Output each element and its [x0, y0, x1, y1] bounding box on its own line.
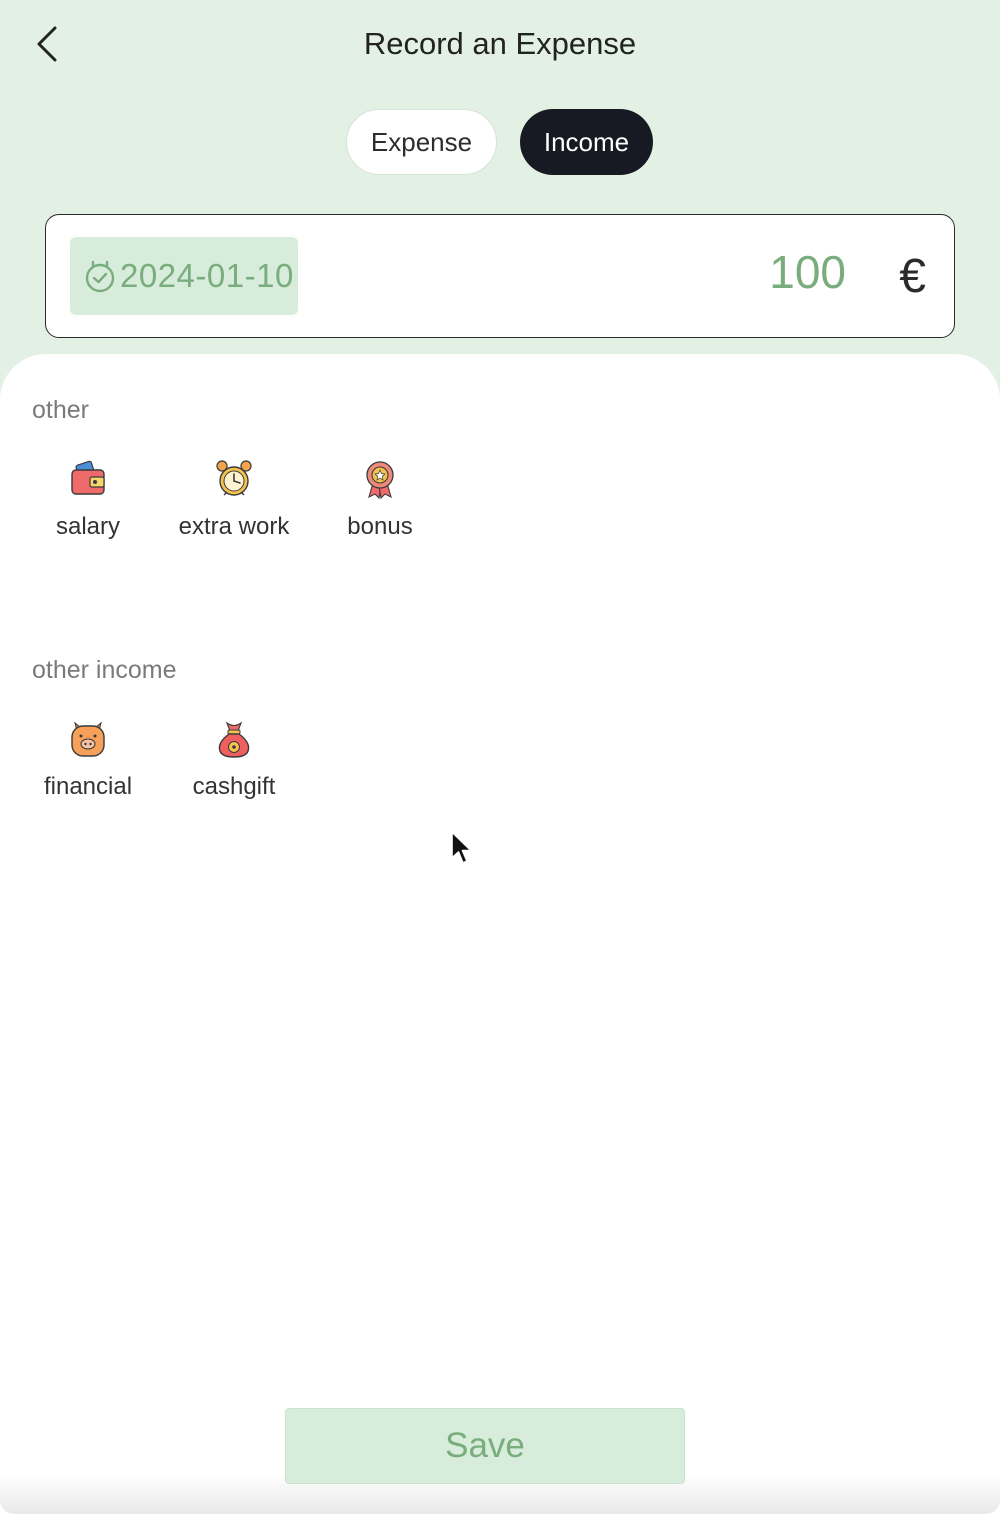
- currency-symbol[interactable]: €: [899, 249, 926, 304]
- tab-income[interactable]: Income: [520, 109, 653, 175]
- alarm-clock-icon: [216, 460, 252, 496]
- date-value: 2024-01-10: [120, 257, 294, 294]
- category-financial[interactable]: financial: [15, 719, 161, 819]
- money-bag-icon: [218, 721, 250, 758]
- wallet-icon: [71, 460, 105, 495]
- category-cashgift[interactable]: cashgift: [161, 719, 307, 819]
- category-label: financial: [43, 773, 133, 800]
- date-picker[interactable]: 2024-01-10: [70, 237, 298, 315]
- amount-input[interactable]: 100: [769, 245, 846, 299]
- category-label: bonus: [347, 513, 413, 540]
- app-header: Record an Expense: [0, 0, 1000, 90]
- entry-box: 2024-01-10 100 €: [45, 214, 955, 338]
- section-title-other: other: [32, 396, 89, 424]
- mouse-cursor-icon: [451, 831, 472, 864]
- page-title: Record an Expense: [363, 26, 637, 61]
- calendar-check-icon: [85, 260, 115, 293]
- category-label: cashgift: [192, 773, 276, 800]
- category-label: extra work: [178, 513, 290, 540]
- type-toggle: Expense Income: [0, 109, 1000, 175]
- piggy-bank-icon: [71, 721, 105, 757]
- category-bonus[interactable]: bonus: [307, 459, 453, 559]
- medal-icon: [366, 461, 394, 499]
- section-title-other-income: other income: [32, 656, 177, 684]
- category-label: salary: [55, 513, 121, 540]
- tab-expense[interactable]: Expense: [346, 109, 497, 175]
- category-salary[interactable]: salary: [15, 459, 161, 559]
- save-button[interactable]: Save: [285, 1408, 685, 1484]
- category-extra-work[interactable]: extra work: [161, 459, 307, 559]
